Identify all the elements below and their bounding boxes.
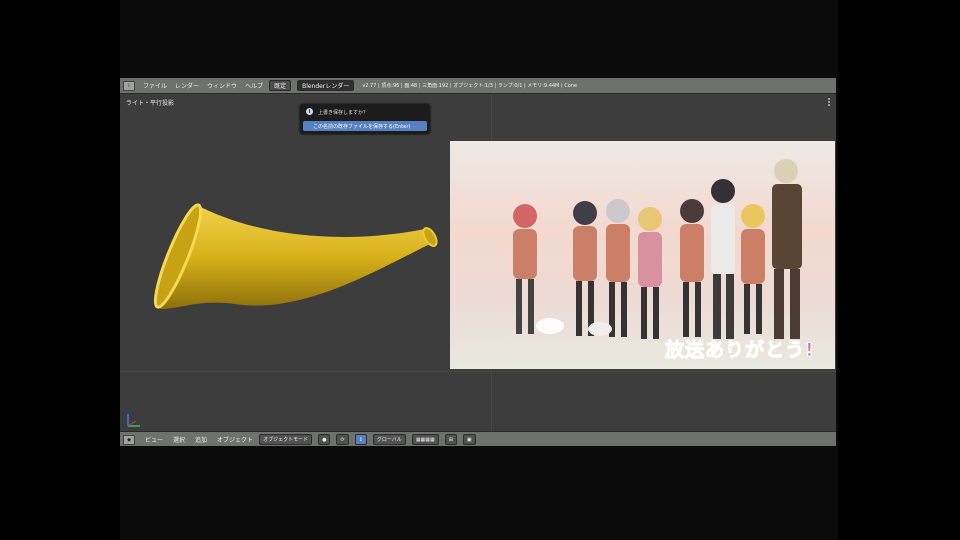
screen-layout-select[interactable]: 既定	[269, 80, 292, 91]
orientation-select[interactable]: グローバル	[372, 434, 406, 445]
menu-help[interactable]: ヘルプ	[245, 81, 263, 90]
shading-select[interactable]: ●	[318, 434, 331, 445]
congratulation-caption: 放送ありがとう!	[665, 339, 815, 362]
horn-mesh[interactable]	[140, 199, 450, 339]
3d-viewport[interactable]: ライト・平行投影 i 上書き保存しますか？ この名前の既存ファイルを保存する(E…	[120, 94, 836, 431]
view-label: ライト・平行投影	[126, 100, 175, 107]
save-confirm-popup: i 上書き保存しますか？ この名前の既存ファイルを保存する(Enter)	[300, 104, 430, 134]
grid-line-horizontal	[120, 371, 836, 372]
region-handle[interactable]	[828, 98, 832, 106]
layers-grid[interactable]: ▦▦▦▦	[411, 434, 439, 445]
render-engine-select[interactable]: Blenderレンダー	[297, 80, 355, 91]
menu-window[interactable]: ウィンドウ	[207, 81, 237, 90]
manipulator-toggle[interactable]: ↕	[354, 434, 367, 445]
snap-toggle[interactable]: ⊞	[444, 434, 457, 445]
menu-view[interactable]: ビュー	[145, 435, 163, 444]
pivot-select[interactable]: ⟳	[336, 434, 349, 445]
save-confirm-button[interactable]: この名前の既存ファイルを保存する(Enter)	[303, 121, 427, 131]
axis-gizmo-icon	[127, 414, 140, 427]
mode-select[interactable]: オブジェクトモード	[259, 434, 313, 445]
view3d-editor-icon[interactable]: ◆	[123, 434, 135, 445]
reference-image: 放送ありがとう!	[450, 141, 835, 369]
menu-select[interactable]: 選択	[173, 435, 185, 444]
3d-view-header: ◆ ビュー 選択 追加 オブジェクト オブジェクトモード ● ⟳ ↕ グローバル…	[120, 431, 836, 446]
editor-type-icon[interactable]: i	[123, 80, 135, 91]
menu-render[interactable]: レンダー	[175, 81, 199, 90]
scene-stats: v2.77 | 頂点:96 | 面:48 | 三角面:192 | オブジェクト:…	[362, 83, 578, 89]
info-icon: i	[306, 108, 313, 115]
render-preview-button[interactable]: ▣	[462, 434, 476, 445]
menu-object[interactable]: オブジェクト	[217, 435, 253, 444]
popup-title: 上書き保存しますか？	[318, 110, 369, 116]
info-header: i ファイル レンダー ウィンドウ ヘルプ 既定 Blenderレンダー v2.…	[120, 78, 836, 94]
blender-window: i ファイル レンダー ウィンドウ ヘルプ 既定 Blenderレンダー v2.…	[120, 78, 836, 446]
menu-add[interactable]: 追加	[195, 435, 207, 444]
menu-file[interactable]: ファイル	[143, 81, 167, 90]
